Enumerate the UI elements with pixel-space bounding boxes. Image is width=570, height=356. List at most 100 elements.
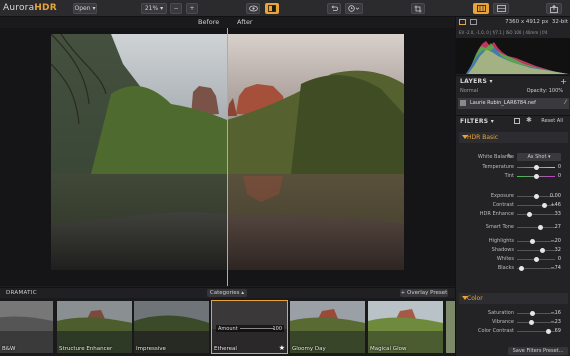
save-filters-preset-button[interactable]: Save Filters Preset...	[508, 347, 568, 355]
preset-thumb[interactable]: Gloomy Day	[290, 301, 365, 353]
hdr-basic-header[interactable]: HDR Basic	[459, 132, 568, 143]
slider-label: Contrast	[492, 202, 514, 208]
slider-knob[interactable]	[533, 174, 539, 179]
slider-knob[interactable]	[533, 194, 539, 199]
preset-category-title: DRAMATIC	[6, 290, 37, 296]
color-header[interactable]: Color	[459, 293, 568, 304]
slider-knob[interactable]	[530, 311, 536, 316]
layer-visibility-icon[interactable]	[460, 100, 466, 106]
right-panel: 7360 x 4912 px 32-bit EV -2.0, -1.0, 0 |…	[455, 17, 570, 356]
slider-label: Smart Tone	[485, 224, 514, 230]
color-contrast-slider-row: Color Contrast 69	[456, 327, 570, 336]
preset-thumb[interactable]: B&W	[0, 301, 53, 353]
slider-knob[interactable]	[539, 248, 545, 253]
whites-slider-row: Whites 0	[456, 255, 570, 264]
slider-value[interactable]: 0	[558, 173, 561, 179]
undo-icon[interactable]	[327, 3, 341, 14]
before-label: Before	[198, 18, 220, 26]
eyedropper-icon[interactable]: ✎	[507, 153, 512, 160]
smart-tone-slider[interactable]	[517, 227, 555, 228]
hdr-enhance-slider-row: HDR Enhance 33	[456, 210, 570, 219]
highlights-slider-row: Highlights −20	[456, 237, 570, 246]
open-button[interactable]: Open ▾	[73, 3, 97, 14]
hdr-enhance-slider[interactable]	[517, 214, 555, 215]
slider-label: Shadows	[491, 247, 514, 253]
layer-blend-row: Normal Opacity: 100%	[456, 87, 570, 96]
slider-value[interactable]: 32	[555, 247, 561, 253]
filters-view-icon[interactable]	[473, 3, 489, 14]
preset-thumb[interactable]: Structure Enhancer	[57, 301, 132, 353]
slider-knob[interactable]	[538, 225, 544, 230]
tint-slider-row: Tint 0	[456, 172, 570, 181]
contrast-slider-row: Contrast +46	[456, 201, 570, 210]
slider-knob[interactable]	[542, 203, 548, 208]
slider-value[interactable]: +46	[550, 202, 561, 208]
mask-icon[interactable]	[514, 118, 520, 124]
preset-thumb[interactable]	[446, 301, 455, 353]
layers-section[interactable]: LAYERS ▾ +	[456, 75, 570, 86]
layer-opacity[interactable]: Opacity: 100%	[527, 88, 563, 94]
saturation-slider-row: Saturation −16	[456, 309, 570, 318]
slider-knob[interactable]	[546, 329, 552, 334]
eye-icon[interactable]	[246, 3, 260, 14]
split-view-icon[interactable]	[265, 3, 279, 14]
slider-knob[interactable]	[529, 239, 535, 244]
slider-label: Temperature	[482, 164, 514, 170]
preset-thumb[interactable]: Impressive	[134, 301, 209, 353]
presets-view-icon[interactable]	[493, 3, 509, 14]
slider-label: Vibrance	[492, 319, 514, 325]
slider-label: Blacks	[497, 265, 514, 271]
overlay-preset-button[interactable]: + Overlay Preset	[400, 289, 448, 297]
top-toolbar: AuroraHDR Open ▾ 21% ▾ − +	[0, 0, 570, 17]
zoom-in-button[interactable]: +	[186, 3, 198, 14]
export-icon[interactable]	[546, 3, 562, 14]
saturation-slider[interactable]	[517, 313, 555, 314]
slider-value[interactable]: 0	[558, 256, 561, 262]
slider-knob[interactable]	[528, 320, 534, 325]
zoom-out-button[interactable]: −	[170, 3, 182, 14]
slider-value[interactable]: 27	[555, 224, 561, 230]
slider-value[interactable]: −74	[550, 265, 561, 271]
vibrance-slider[interactable]	[517, 322, 555, 323]
crop-icon[interactable]	[411, 3, 425, 14]
shadows-slider[interactable]	[517, 250, 555, 251]
slider-knob[interactable]	[533, 165, 539, 170]
settings-gear-icon[interactable]: ✱	[526, 116, 532, 124]
brush-icon[interactable]: ⁄	[565, 99, 566, 106]
slider-knob[interactable]	[527, 212, 533, 217]
slider-knob[interactable]	[519, 266, 525, 271]
slider-value[interactable]: 0	[558, 164, 561, 170]
slider-label: Highlights	[488, 238, 514, 244]
layer-item[interactable]: Laurie Rubin_LAR6784.nef ⁄	[458, 98, 569, 109]
app-logo: AuroraHDR	[3, 3, 57, 13]
zoom-select[interactable]: 21% ▾	[141, 3, 167, 14]
slider-value[interactable]: 69	[555, 328, 561, 334]
preset-thumb-selected[interactable]: Amount 100 Ethereal ★	[211, 300, 288, 354]
add-layer-icon[interactable]: +	[560, 77, 567, 86]
highlights-slider[interactable]	[517, 241, 555, 242]
histogram-toggle-icon[interactable]	[459, 19, 466, 25]
contrast-slider[interactable]	[517, 205, 555, 206]
filters-section[interactable]: FILTERS ▾ ✱ Reset All	[456, 115, 570, 125]
amount-slider[interactable]: Amount 100	[216, 325, 284, 332]
after-label: After	[237, 18, 253, 26]
slider-value[interactable]: −20	[550, 238, 561, 244]
compare-divider-handle[interactable]	[227, 28, 228, 286]
blacks-slider-row: Blacks −74	[456, 264, 570, 273]
info-toggle-icon[interactable]	[470, 19, 477, 25]
blend-mode-select[interactable]: Normal	[460, 88, 478, 94]
slider-value[interactable]: −16	[550, 310, 561, 316]
white-balance-select[interactable]: As Shot ▾	[517, 153, 561, 161]
slider-knob[interactable]	[533, 257, 539, 262]
reset-all-button[interactable]: Reset All	[541, 118, 563, 124]
image-dimensions: 7360 x 4912 px 32-bit	[505, 19, 568, 25]
vibrance-slider-row: Vibrance −23	[456, 318, 570, 327]
slider-value[interactable]: 33	[555, 211, 561, 217]
slider-value[interactable]: 0.00	[550, 193, 561, 199]
preset-thumb[interactable]: Magical Glow	[368, 301, 443, 353]
categories-dropdown[interactable]: Categories ▴	[207, 289, 247, 297]
history-icon[interactable]	[345, 3, 363, 14]
presets-filmstrip: B&W Structure Enhancer Impressive Amount…	[0, 298, 455, 356]
favorite-star-icon[interactable]: ★	[279, 344, 285, 352]
slider-value[interactable]: −23	[550, 319, 561, 325]
